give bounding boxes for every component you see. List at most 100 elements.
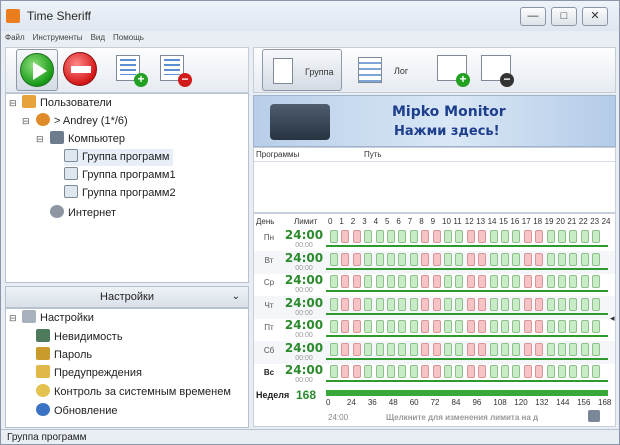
hour-slot[interactable] [375, 365, 384, 378]
hour-slot[interactable] [455, 297, 464, 311]
add-program-button[interactable]: + [432, 49, 474, 91]
hour-slot[interactable] [523, 252, 532, 266]
remove-program-button[interactable]: − [476, 49, 518, 91]
hour-slot[interactable] [455, 230, 464, 243]
hour-slot[interactable] [523, 365, 532, 378]
hour-slot[interactable] [387, 252, 395, 266]
hour-slot[interactable] [352, 275, 361, 288]
day-limit[interactable]: 24:00 [284, 363, 324, 377]
stop-button[interactable] [60, 49, 102, 91]
tree-item-group-1[interactable]: Группа программ1 [64, 167, 176, 184]
day-limit[interactable]: 24:00 [284, 296, 324, 310]
hour-slot[interactable] [421, 365, 430, 378]
hour-slot[interactable] [421, 320, 430, 333]
start-button[interactable] [16, 49, 58, 91]
hour-slot[interactable] [569, 252, 578, 266]
hour-slot[interactable] [512, 320, 521, 333]
collapse-icon[interactable]: ⊟ [9, 313, 17, 324]
week-bar[interactable] [326, 390, 608, 396]
hour-slot[interactable] [535, 275, 544, 288]
hour-slot[interactable] [375, 230, 384, 243]
hour-slot[interactable] [432, 365, 441, 378]
hour-slot[interactable] [444, 230, 452, 243]
hour-slot[interactable] [444, 342, 452, 356]
hour-slot[interactable] [421, 297, 430, 311]
hour-slot[interactable] [398, 252, 407, 266]
hour-slot[interactable] [444, 297, 452, 311]
hour-slot[interactable] [341, 252, 350, 266]
hour-slot[interactable] [409, 297, 418, 311]
hour-slot[interactable] [444, 275, 452, 288]
hour-slot[interactable] [330, 365, 338, 378]
hour-slot[interactable] [546, 275, 555, 288]
hour-slot[interactable] [489, 342, 498, 356]
hour-slot[interactable] [592, 275, 601, 288]
hour-slot[interactable] [501, 252, 509, 266]
week-limit[interactable]: 168 [296, 388, 316, 402]
hour-slot[interactable] [592, 365, 601, 378]
hour-slot[interactable] [546, 342, 555, 356]
hour-slot[interactable] [444, 252, 452, 266]
hour-slot[interactable] [523, 230, 532, 243]
menu-file[interactable]: Файл [1, 31, 29, 44]
hour-slot[interactable] [546, 230, 555, 243]
hour-slot[interactable] [455, 365, 464, 378]
tree-item-internet[interactable]: Интернет [50, 205, 116, 222]
hour-slot[interactable] [352, 365, 361, 378]
settings-root[interactable]: Настройки [22, 310, 94, 327]
hour-slot[interactable] [409, 320, 418, 333]
hour-slot[interactable] [478, 252, 487, 266]
hour-slot[interactable] [535, 365, 544, 378]
hour-slot[interactable] [432, 275, 441, 288]
hour-slot[interactable] [432, 230, 441, 243]
hour-slot[interactable] [466, 230, 475, 243]
hour-slot[interactable] [535, 230, 544, 243]
hour-slot[interactable] [444, 365, 452, 378]
hour-slot[interactable] [523, 342, 532, 356]
hour-slot[interactable] [512, 297, 521, 311]
hour-slot[interactable] [569, 320, 578, 333]
hour-slot[interactable] [432, 252, 441, 266]
hour-slot[interactable] [409, 252, 418, 266]
hour-slot[interactable] [352, 342, 361, 356]
hour-slot[interactable] [455, 275, 464, 288]
hour-slot[interactable] [592, 297, 601, 311]
hour-slot[interactable] [546, 297, 555, 311]
hour-slot[interactable] [558, 342, 566, 356]
hour-slot[interactable] [330, 252, 338, 266]
menu-view[interactable]: Вид [87, 31, 109, 44]
hour-slot[interactable] [489, 365, 498, 378]
hour-slot[interactable] [387, 230, 395, 243]
hour-slot[interactable] [466, 252, 475, 266]
hour-slot[interactable] [364, 365, 373, 378]
hour-slot[interactable] [580, 275, 589, 288]
tree-item-users[interactable]: Пользователи [22, 95, 112, 112]
hour-slot[interactable] [341, 297, 350, 311]
hour-slot[interactable] [364, 252, 373, 266]
hour-slot[interactable] [455, 320, 464, 333]
hour-slot[interactable] [489, 252, 498, 266]
hour-slot[interactable] [580, 320, 589, 333]
hour-slot[interactable] [489, 320, 498, 333]
hour-slot[interactable] [375, 275, 384, 288]
hour-slot[interactable] [489, 230, 498, 243]
hour-slot[interactable] [330, 275, 338, 288]
hour-slot[interactable] [364, 230, 373, 243]
hour-slot[interactable] [375, 342, 384, 356]
hour-slot[interactable] [341, 365, 350, 378]
hour-slot[interactable] [535, 252, 544, 266]
hour-slot[interactable] [558, 297, 566, 311]
hour-slot[interactable] [398, 320, 407, 333]
settings-item-invisibility[interactable]: Невидимость [36, 329, 123, 346]
hour-slot[interactable] [466, 320, 475, 333]
hour-slot[interactable] [569, 297, 578, 311]
tree-item-computer[interactable]: Компьютер [50, 131, 125, 148]
hour-slot[interactable] [535, 342, 544, 356]
hour-slot[interactable] [558, 252, 566, 266]
hour-slot[interactable] [409, 230, 418, 243]
log-tab-button[interactable]: Лог [350, 49, 420, 91]
path-column-header[interactable]: Путь [364, 150, 382, 159]
hour-slot[interactable] [466, 365, 475, 378]
chevron-down-icon[interactable]: ⌄ [232, 287, 240, 307]
save-icon[interactable] [588, 410, 600, 422]
